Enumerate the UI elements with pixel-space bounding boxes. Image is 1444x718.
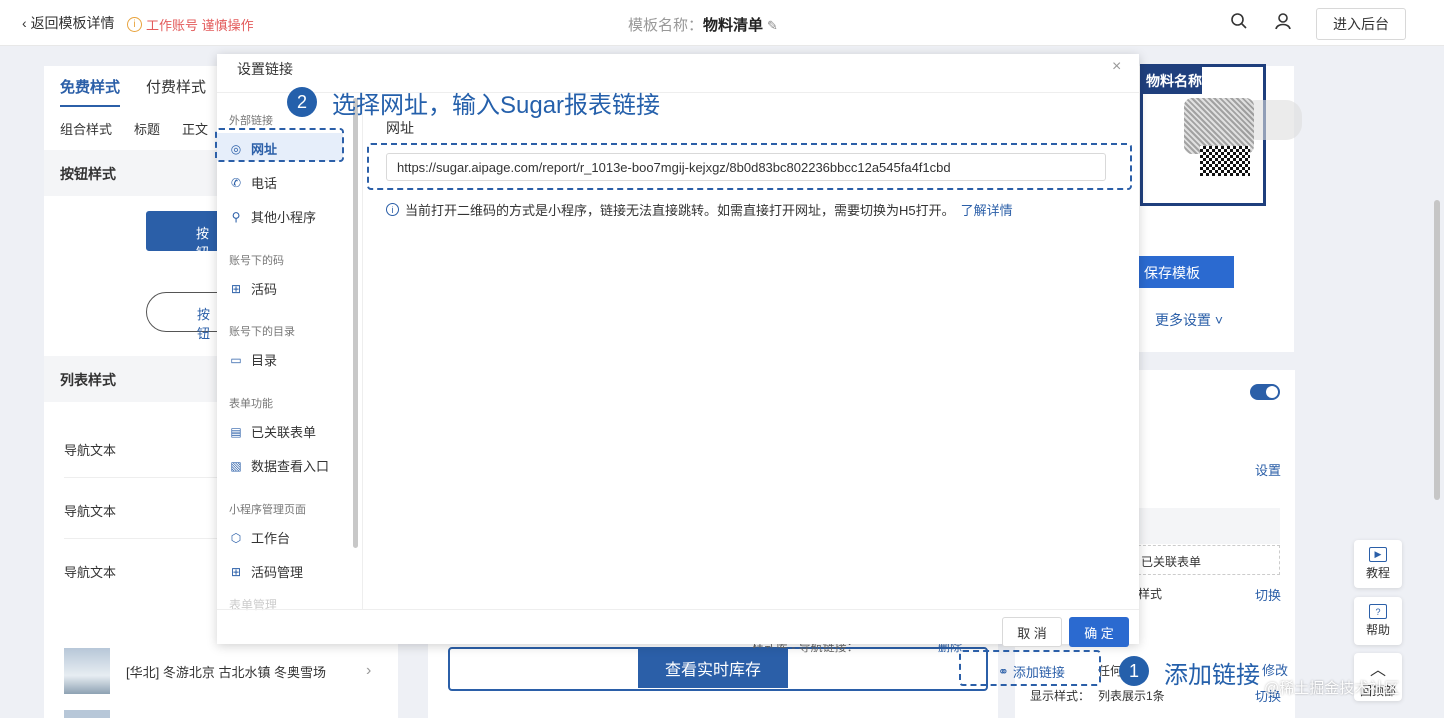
info-icon: i <box>386 203 399 216</box>
search-icon[interactable] <box>1230 12 1250 32</box>
user-icon[interactable] <box>1274 12 1294 32</box>
nav-text-item[interactable]: 导航文本 <box>64 440 116 459</box>
subtab-combo[interactable]: 组合样式 <box>60 119 112 138</box>
enable-toggle[interactable] <box>1250 384 1280 400</box>
chevron-right-icon: › <box>366 662 372 679</box>
group-title: 账号下的码 <box>229 255 284 267</box>
step-2-annotation: 选择网址，输入Sugar报表链接 <box>332 92 661 119</box>
subtab-title[interactable]: 标题 <box>134 119 160 138</box>
close-icon[interactable]: × <box>1112 58 1121 76</box>
add-link-button[interactable]: ⚭ 添加链接 <box>998 662 1065 681</box>
divider <box>217 609 1139 610</box>
nav-text-item[interactable]: 导航文本 <box>64 501 116 520</box>
poster-title: 物料名称 <box>1140 66 1202 94</box>
style-tabs: 免费样式 付费样式 <box>60 76 206 107</box>
cancel-button[interactable]: 取 消 <box>1002 617 1062 647</box>
chevron-up-icon: ︿ <box>1369 661 1386 679</box>
enter-backend-button[interactable]: 进入后台 <box>1316 8 1406 40</box>
watermark: @稀土掘金技术社区 <box>1264 680 1400 697</box>
link-type-mini-program[interactable]: ⚲ 其他小程序 <box>229 207 316 226</box>
warning-notice: i 工作账号 谨慎操作 <box>127 15 254 34</box>
group-title: 账号下的目录 <box>229 326 295 338</box>
snow-thumbnail <box>64 710 110 718</box>
step-1-badge: 1 <box>1119 656 1149 686</box>
view-stock-button[interactable]: 查看实时库存 <box>638 648 788 688</box>
search-doc-icon: ▧ <box>230 458 242 473</box>
back-link[interactable]: ‹ 返回模板详情 <box>22 13 115 33</box>
display-style-label: 显示样式： <box>1030 689 1091 703</box>
tab-free-styles[interactable]: 免费样式 <box>60 76 121 107</box>
linked-form-field: 已关联表单 <box>1138 545 1280 575</box>
url-label: 网址 <box>386 120 414 136</box>
style-subtabs: 组合样式 标题 正文 <box>60 119 208 138</box>
chevron-down-icon: ˅ <box>1211 312 1224 328</box>
save-template-button[interactable]: 保存模板 <box>1138 256 1234 288</box>
folder-icon: ▭ <box>230 352 242 367</box>
hint-text: i 当前打开二维码的方式是小程序，链接无法直接跳转。如需直接打开网址，需要切换为… <box>386 200 1013 219</box>
group-title: 表单功能 <box>229 398 273 410</box>
display-style-value: 列表展示1条 <box>1098 689 1165 703</box>
snow-thumbnail <box>64 648 110 694</box>
dialog-title: 设置链接 <box>237 61 293 77</box>
tutorial-button[interactable]: ▶ 教程 <box>1354 540 1402 588</box>
grid-icon: ⊞ <box>230 564 242 579</box>
highlight-url-input <box>367 143 1132 190</box>
divider <box>64 538 234 539</box>
template-name: 模板名称：物料清单 ✎ <box>628 17 778 34</box>
link-type-data-view[interactable]: ▧ 数据查看入口 <box>229 456 329 475</box>
setting-link[interactable]: 设置 <box>1255 460 1281 479</box>
chevron-left-icon: ‹ <box>22 15 31 31</box>
link-type-linked-form[interactable]: ▤ 已关联表单 <box>229 422 316 441</box>
help-button[interactable]: ? 帮助 <box>1354 597 1402 645</box>
qr-code <box>1200 146 1250 176</box>
gray-field <box>1138 508 1280 544</box>
link-icon: ⚭ <box>998 663 1009 679</box>
info-icon: i <box>127 17 142 32</box>
divider <box>64 477 234 478</box>
group-title: 小程序管理页面 <box>229 504 306 516</box>
learn-more-link[interactable]: 了解详情 <box>961 200 1013 219</box>
link-icon: ⚲ <box>231 209 241 224</box>
phone-icon: ✆ <box>230 175 242 190</box>
step-1-annotation: 添加链接 <box>1164 662 1260 689</box>
play-icon: ▶ <box>1369 547 1387 562</box>
grid-icon: ⊞ <box>230 281 242 296</box>
page-scrollbar[interactable] <box>1434 200 1440 500</box>
form-icon: ▤ <box>230 424 242 439</box>
nav-text-item[interactable]: 导航文本 <box>64 562 116 581</box>
link-type-live-code[interactable]: ⊞ 活码 <box>229 279 277 298</box>
more-settings-link[interactable]: 更多设置 ˅ <box>1155 310 1223 330</box>
edit-icon[interactable]: ✎ <box>767 18 778 33</box>
tab-paid-styles[interactable]: 付费样式 <box>146 76 206 107</box>
link-type-workbench[interactable]: ⬡ 工作台 <box>229 528 290 547</box>
subtab-body[interactable]: 正文 <box>182 119 208 138</box>
link-type-directory[interactable]: ▭ 目录 <box>229 350 277 369</box>
confirm-button[interactable]: 确 定 <box>1069 617 1129 647</box>
style-label: 样式 <box>1138 587 1163 601</box>
switch-link[interactable]: 切换 <box>1255 585 1281 604</box>
step-2-badge: 2 <box>287 87 317 117</box>
cube-icon: ⬡ <box>230 530 242 545</box>
highlight-url-item <box>215 128 344 162</box>
link-type-form-manage[interactable]: 表单管理 <box>229 596 277 613</box>
list-item[interactable]: [华北] 冬游北京 古北水镇 冬奥雪场 <box>64 648 326 694</box>
question-icon: ? <box>1369 604 1387 619</box>
link-type-phone[interactable]: ✆ 电话 <box>229 173 277 192</box>
sidebar-scrollbar[interactable] <box>353 98 358 548</box>
link-type-live-code-manage[interactable]: ⊞ 活码管理 <box>229 562 303 581</box>
group-title: 外部链接 <box>229 115 273 127</box>
